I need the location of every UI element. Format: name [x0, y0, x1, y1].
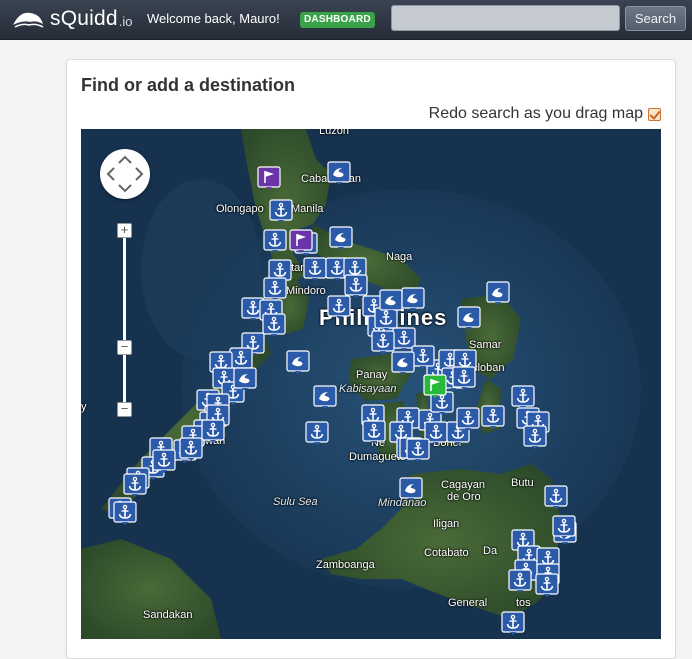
anchor-marker-icon[interactable]	[406, 438, 430, 462]
destination-map[interactable]: Luzon Cabanatuan Olongapo Manila atangas…	[81, 129, 661, 639]
anchor-marker-icon[interactable]	[481, 405, 505, 429]
storm-marker-icon[interactable]	[399, 477, 423, 501]
anchor-marker-icon[interactable]	[262, 313, 286, 337]
anchor-marker-icon[interactable]	[452, 366, 476, 390]
storm-marker-icon[interactable]	[327, 161, 351, 185]
storm-marker-icon[interactable]	[286, 350, 310, 374]
anchor-marker-icon[interactable]	[535, 573, 559, 597]
map-label-sandakan: Sandakan	[143, 609, 193, 621]
map-label-zamboanga: Zamboanga	[316, 559, 375, 571]
logo-text: sQuidd	[50, 7, 118, 30]
flag-marker-icon[interactable]	[289, 229, 313, 253]
anchor-marker-icon[interactable]	[263, 229, 287, 253]
map-label-naga: Naga	[386, 251, 413, 263]
storm-marker-icon[interactable]	[391, 351, 415, 375]
anchor-marker-icon[interactable]	[511, 385, 535, 409]
map-label-general-santos: General	[448, 597, 488, 609]
storm-marker-icon[interactable]	[457, 306, 481, 330]
top-navbar: sQuidd .io Welcome back, Mauro! DASHBOAR…	[0, 0, 692, 40]
map-label-davao: Da	[483, 545, 498, 557]
anchor-marker-icon[interactable]	[201, 419, 225, 443]
anchor-marker-icon[interactable]	[152, 449, 176, 473]
anchor-marker-icon[interactable]	[501, 611, 525, 635]
logo-tld: .io	[118, 14, 133, 29]
map-label-cagayan: Cagayan	[441, 479, 486, 491]
dashboard-badge[interactable]: DASHBOARD	[300, 12, 375, 28]
storm-marker-icon[interactable]	[233, 367, 257, 391]
map-label-iligan: Iligan	[433, 518, 460, 530]
map-label-cotabato: Cotabato	[424, 547, 469, 559]
anchor-marker-icon[interactable]	[263, 277, 287, 301]
anchor-marker-icon[interactable]	[508, 569, 532, 593]
map-label-left-edge: y	[81, 401, 87, 413]
zoom-in-button[interactable]: +	[117, 223, 132, 238]
logo[interactable]: sQuidd .io	[10, 6, 132, 32]
map-label-kabisayaan: Kabisayaan	[339, 383, 397, 395]
zoom-slider-track[interactable]	[123, 237, 126, 407]
zoom-slider-handle[interactable]: −	[117, 340, 132, 355]
redo-search-checkbox[interactable]	[648, 107, 661, 121]
storm-marker-icon[interactable]	[313, 385, 337, 409]
storm-marker-icon[interactable]	[379, 289, 403, 313]
storm-marker-icon[interactable]	[486, 281, 510, 305]
anchor-marker-icon[interactable]	[179, 437, 203, 461]
storm-marker-icon[interactable]	[329, 226, 353, 250]
squid-logo-icon	[13, 12, 44, 28]
pan-arrows-icon	[106, 155, 144, 193]
search-button[interactable]: Search	[625, 6, 686, 31]
panel-title: Find or add a destination	[81, 75, 296, 95]
map-label-sulu-sea: Sulu Sea	[273, 496, 318, 508]
map-label-butuan: Butu	[511, 477, 534, 489]
redo-search-label: Redo search as you drag map	[428, 105, 643, 122]
anchor-marker-icon[interactable]	[113, 501, 137, 525]
anchor-marker-icon[interactable]	[523, 425, 547, 449]
anchor-marker-icon[interactable]	[305, 421, 329, 445]
map-label-olongapo: Olongapo	[216, 203, 264, 215]
map-label-mindoro: Mindoro	[286, 285, 326, 297]
flag-marker-icon[interactable]	[257, 166, 281, 190]
redo-search-toggle[interactable]: Redo search as you drag map	[429, 105, 661, 123]
anchor-marker-icon[interactable]	[552, 515, 576, 539]
anchor-marker-icon[interactable]	[456, 407, 480, 431]
anchor-marker-icon[interactable]	[362, 420, 386, 444]
pan-control[interactable]	[100, 149, 150, 199]
anchor-marker-icon[interactable]	[123, 473, 147, 497]
zoom-out-button[interactable]: −	[117, 402, 132, 417]
map-label-de-oro: de Oro	[447, 491, 481, 503]
map-label-luzon: Luzon	[319, 129, 349, 137]
search-input[interactable]	[391, 5, 620, 31]
storm-marker-icon[interactable]	[401, 287, 425, 311]
map-label-panay: Panay	[356, 369, 388, 381]
anchor-marker-icon[interactable]	[303, 257, 327, 281]
anchor-marker-icon[interactable]	[544, 485, 568, 509]
anchor-marker-icon[interactable]	[269, 199, 293, 223]
flag-marker-icon[interactable]	[423, 374, 447, 398]
anchor-marker-icon[interactable]	[327, 295, 351, 319]
map-label-manila: Manila	[291, 203, 324, 215]
welcome-message: Welcome back, Mauro!	[147, 11, 280, 26]
map-label-general-santos-suffix: tos	[516, 597, 531, 609]
